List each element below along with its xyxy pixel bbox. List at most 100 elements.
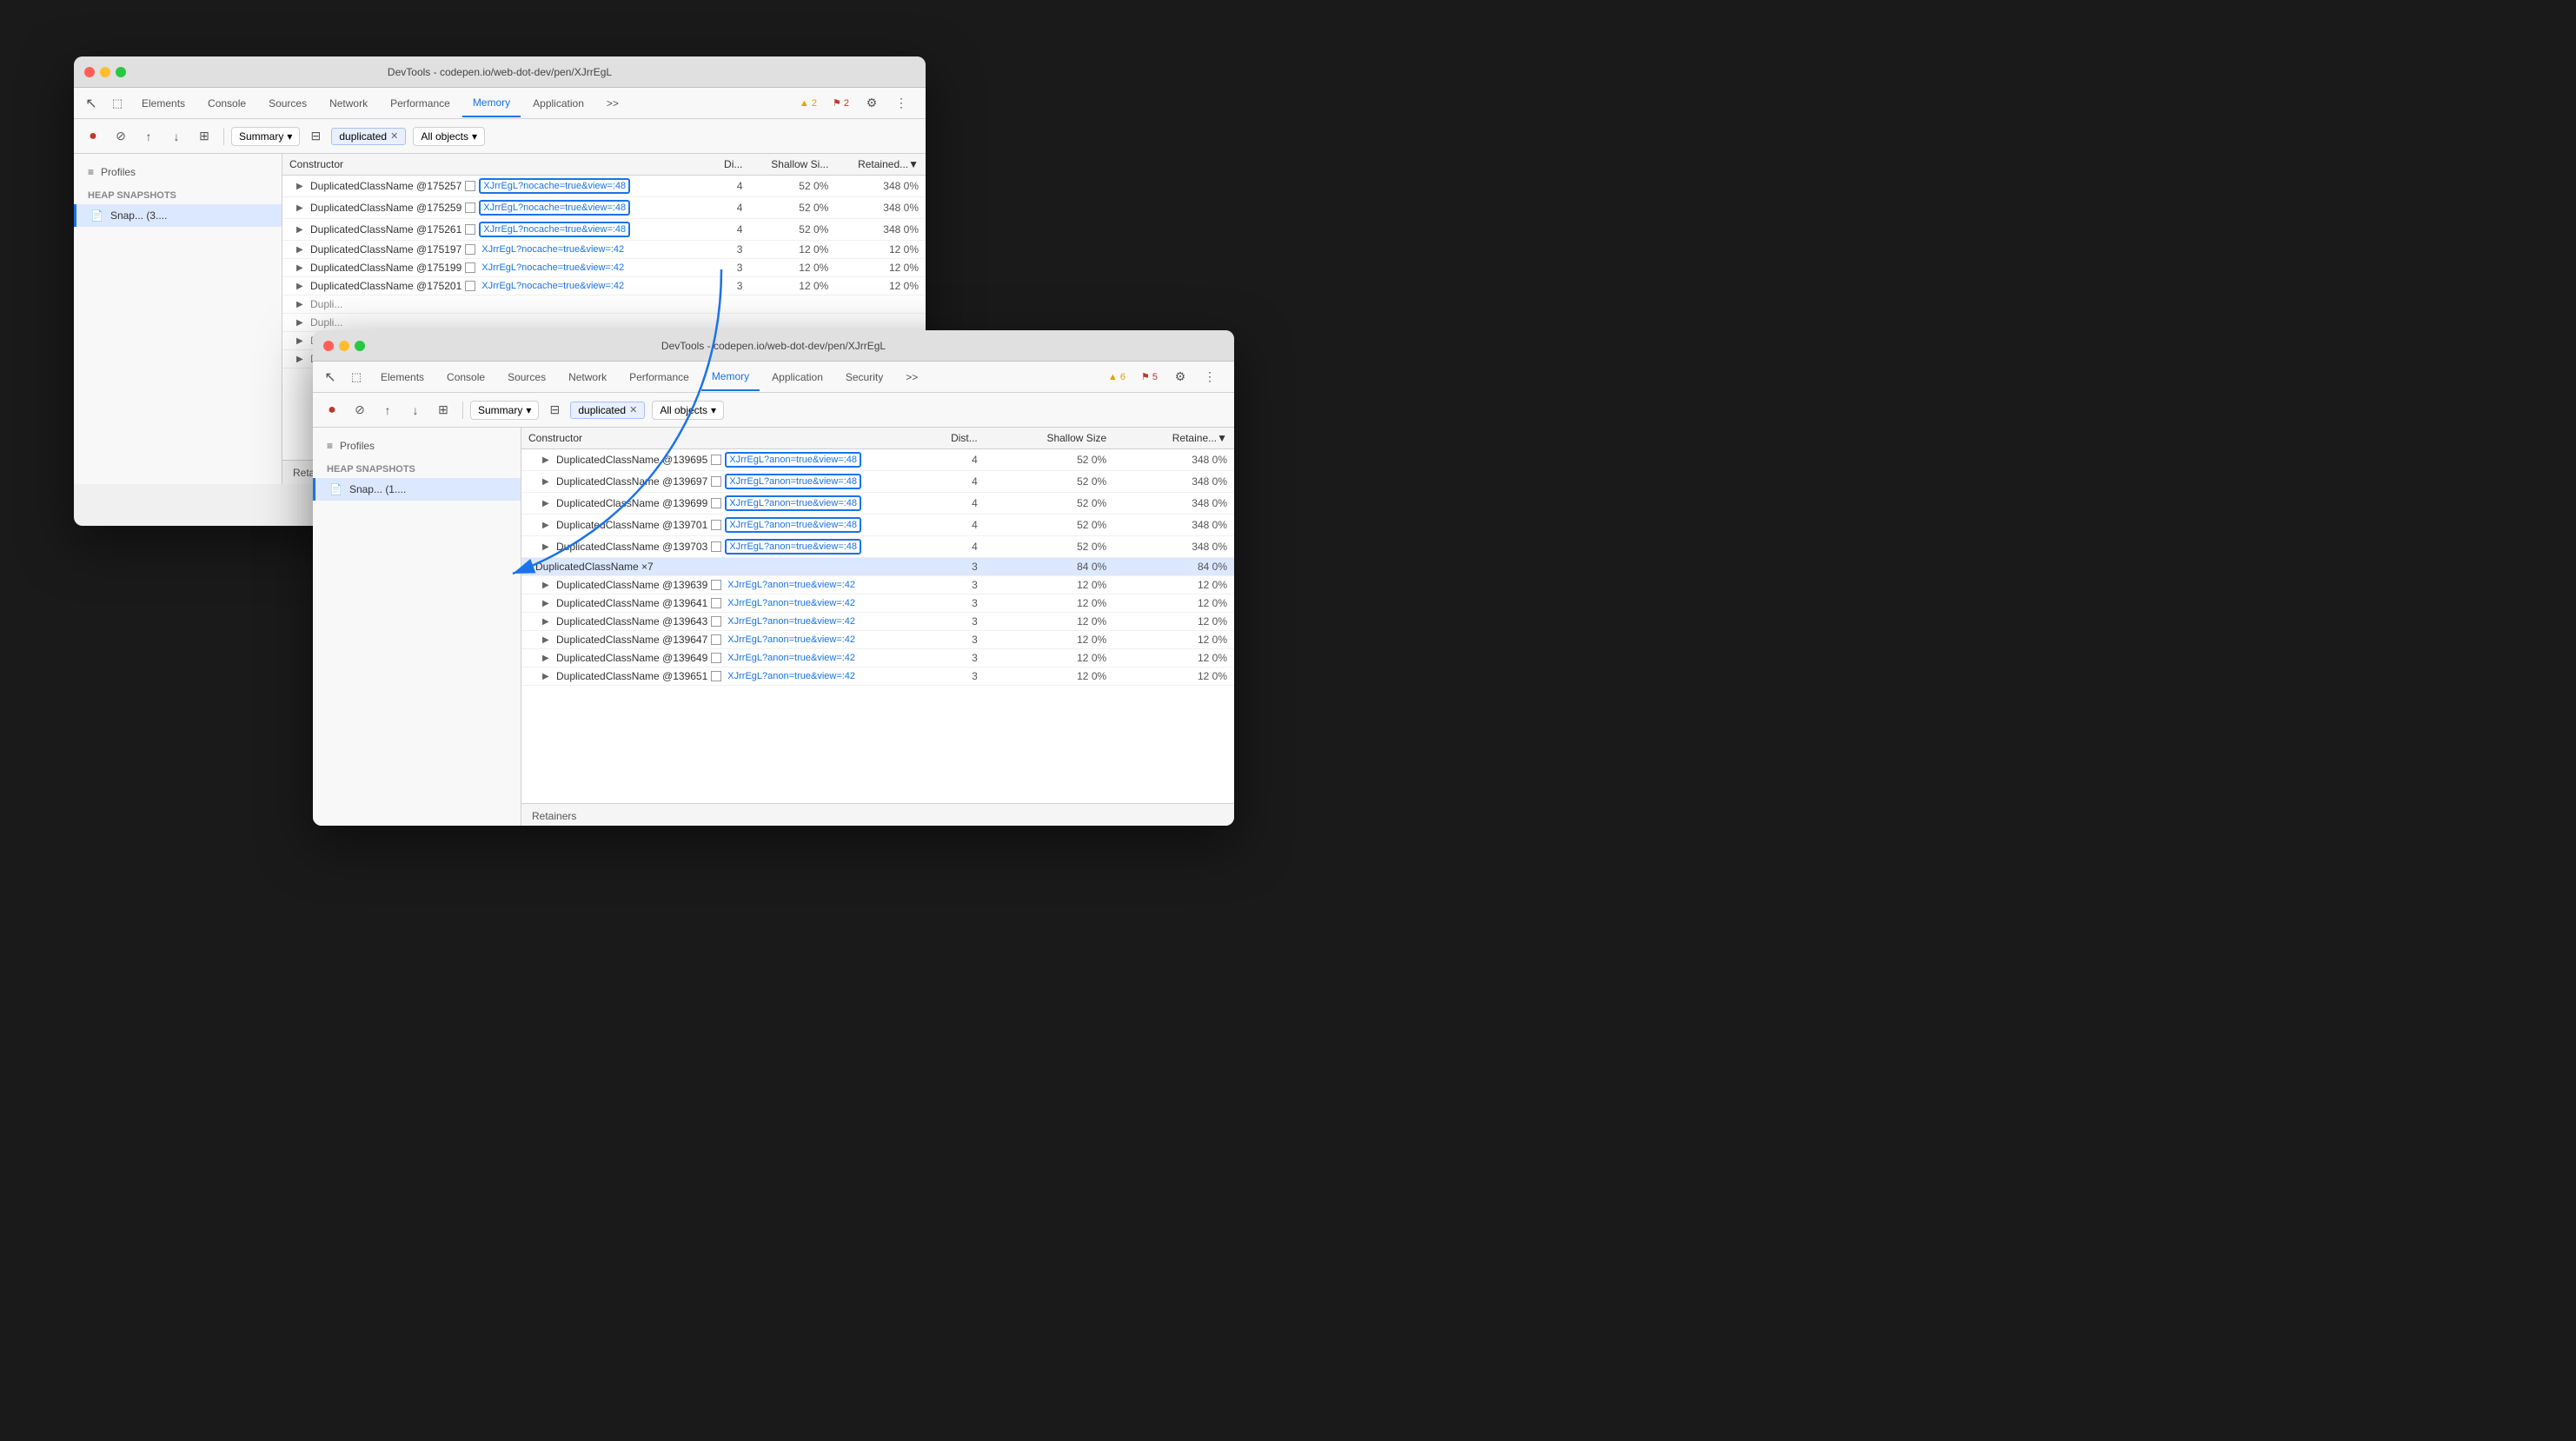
expand-arrow[interactable]: ▶ bbox=[296, 318, 307, 328]
sidebar-profiles-1[interactable]: ≡ Profiles bbox=[74, 161, 282, 183]
table-row[interactable]: ▼ DuplicatedClassName ×7 3 84 0% 84 0% bbox=[521, 558, 1234, 576]
expand-arrow[interactable]: ▶ bbox=[542, 581, 553, 590]
table-row[interactable]: ▶ DuplicatedClassName @175199 XJrrEgL?no… bbox=[282, 259, 926, 277]
expand-arrow[interactable]: ▶ bbox=[296, 336, 307, 346]
settings-icon-2[interactable]: ⚙ bbox=[1168, 365, 1192, 389]
source-link[interactable]: XJrrEgL?nocache=true&view=:42 bbox=[479, 262, 627, 274]
upload-icon-2[interactable]: ↑ bbox=[375, 398, 400, 422]
table-container-2[interactable]: Constructor Dist... Shallow Size Retaine… bbox=[521, 428, 1234, 803]
tab-more-1[interactable]: >> bbox=[596, 90, 629, 117]
all-objects-dropdown-1[interactable]: All objects ▾ bbox=[413, 127, 485, 146]
summary-dropdown-1[interactable]: Summary ▾ bbox=[231, 127, 300, 146]
table-row[interactable]: ▶ DuplicatedClassName @175261 XJrrEgL?no… bbox=[282, 219, 926, 241]
download-icon-1[interactable]: ↓ bbox=[164, 124, 189, 149]
source-link[interactable]: XJrrEgL?anon=true&view=:48 bbox=[725, 539, 861, 554]
expand-arrow[interactable]: ▶ bbox=[296, 263, 307, 273]
table-row[interactable]: ▶ DuplicatedClassName @139697 XJrrEgL?an… bbox=[521, 471, 1234, 493]
tab-elements-1[interactable]: Elements bbox=[131, 90, 196, 117]
filter-icon-1[interactable]: ⊟ bbox=[303, 124, 328, 149]
source-link[interactable]: XJrrEgL?nocache=true&view=:42 bbox=[479, 280, 627, 292]
expand-arrow[interactable]: ▶ bbox=[542, 599, 553, 608]
record-icon-1[interactable]: ● bbox=[81, 124, 105, 149]
col-dist-2[interactable]: Dist... bbox=[913, 428, 985, 449]
tab-network-1[interactable]: Network bbox=[319, 90, 378, 117]
source-link[interactable]: XJrrEgL?anon=true&view=:48 bbox=[725, 452, 861, 468]
source-link[interactable]: XJrrEgL?anon=true&view=:42 bbox=[725, 579, 858, 591]
close-button-1[interactable] bbox=[84, 67, 95, 77]
snapshot-item-2[interactable]: 📄 Snap... (1.... bbox=[313, 478, 521, 501]
table-row[interactable]: ▶ DuplicatedClassName @175201 XJrrEgL?no… bbox=[282, 277, 926, 296]
cursor-icon-2[interactable]: ↖ bbox=[318, 365, 342, 389]
filter-tag-remove-1[interactable]: ✕ bbox=[390, 130, 398, 142]
inspector-icon-1[interactable]: ⬚ bbox=[105, 91, 129, 116]
expand-arrow[interactable]: ▶ bbox=[542, 521, 553, 530]
source-link[interactable]: XJrrEgL?anon=true&view=:42 bbox=[725, 670, 858, 682]
record-icon-2[interactable]: ● bbox=[320, 398, 344, 422]
tab-security-2[interactable]: Security bbox=[835, 363, 893, 391]
table-row[interactable]: ▶ DuplicatedClassName @139643 XJrrEgL?an… bbox=[521, 613, 1234, 631]
stop-icon-1[interactable]: ⊘ bbox=[109, 124, 133, 149]
expand-arrow[interactable]: ▶ bbox=[296, 300, 307, 309]
tab-sources-1[interactable]: Sources bbox=[258, 90, 317, 117]
tab-sources-2[interactable]: Sources bbox=[497, 363, 556, 391]
source-link[interactable]: XJrrEgL?nocache=true&view=:48 bbox=[479, 200, 630, 216]
source-link[interactable]: XJrrEgL?anon=true&view=:42 bbox=[725, 634, 858, 646]
cursor-icon-1[interactable]: ↖ bbox=[79, 91, 103, 116]
tab-memory-1[interactable]: Memory bbox=[462, 90, 521, 117]
expand-arrow[interactable]: ▶ bbox=[542, 499, 553, 508]
filter-icon-2[interactable]: ⊟ bbox=[542, 398, 567, 422]
expand-arrow[interactable]: ▶ bbox=[296, 355, 307, 364]
summary-dropdown-2[interactable]: Summary ▾ bbox=[470, 401, 539, 420]
source-link[interactable]: XJrrEgL?anon=true&view=:48 bbox=[725, 495, 861, 511]
source-link[interactable]: XJrrEgL?anon=true&view=:48 bbox=[725, 474, 861, 489]
source-link[interactable]: XJrrEgL?anon=true&view=:42 bbox=[725, 615, 858, 628]
inspector-icon-2[interactable]: ⬚ bbox=[344, 365, 368, 389]
settings-icon-1[interactable]: ⚙ bbox=[860, 91, 884, 116]
table-row[interactable]: ▶ DuplicatedClassName @139651 XJrrEgL?an… bbox=[521, 667, 1234, 686]
col-dist-1[interactable]: Di... bbox=[710, 154, 749, 176]
expand-arrow[interactable]: ▶ bbox=[296, 282, 307, 291]
table-row[interactable]: ▶ DuplicatedClassName @139649 XJrrEgL?an… bbox=[521, 649, 1234, 667]
source-link[interactable]: XJrrEgL?nocache=true&view=:48 bbox=[479, 222, 630, 237]
col-constructor-1[interactable]: Constructor bbox=[282, 154, 710, 176]
tab-application-1[interactable]: Application bbox=[522, 90, 594, 117]
upload-icon-1[interactable]: ↑ bbox=[136, 124, 161, 149]
tab-performance-1[interactable]: Performance bbox=[380, 90, 461, 117]
tab-console-2[interactable]: Console bbox=[436, 363, 495, 391]
col-retained-2[interactable]: Retaine...▼ bbox=[1113, 428, 1234, 449]
expand-arrow[interactable]: ▶ bbox=[296, 203, 307, 213]
table-row[interactable]: ▶ DuplicatedClassName @175257 XJrrEgL?no… bbox=[282, 176, 926, 197]
tab-console-1[interactable]: Console bbox=[197, 90, 256, 117]
minimize-button-1[interactable] bbox=[100, 67, 110, 77]
expand-arrow[interactable]: ▶ bbox=[542, 542, 553, 552]
tab-memory-2[interactable]: Memory bbox=[701, 363, 760, 391]
table-row[interactable]: ▶ Dupli... bbox=[282, 296, 926, 314]
sidebar-profiles-2[interactable]: ≡ Profiles bbox=[313, 435, 521, 457]
minimize-button-2[interactable] bbox=[339, 341, 349, 351]
table-row[interactable]: ▶ DuplicatedClassName @175259 XJrrEgL?no… bbox=[282, 197, 926, 219]
tab-application-2[interactable]: Application bbox=[761, 363, 833, 391]
tab-network-2[interactable]: Network bbox=[558, 363, 617, 391]
expand-arrow[interactable]: ▶ bbox=[542, 477, 553, 487]
grid-icon-1[interactable]: ⊞ bbox=[192, 124, 216, 149]
grid-icon-2[interactable]: ⊞ bbox=[431, 398, 455, 422]
source-link[interactable]: XJrrEgL?anon=true&view=:42 bbox=[725, 597, 858, 609]
tab-more-2[interactable]: >> bbox=[895, 363, 928, 391]
table-row[interactable]: ▶ DuplicatedClassName @139701 XJrrEgL?an… bbox=[521, 515, 1234, 536]
table-row[interactable]: ▶ DuplicatedClassName @139703 XJrrEgL?an… bbox=[521, 536, 1234, 558]
all-objects-dropdown-2[interactable]: All objects ▾ bbox=[652, 401, 724, 420]
snapshot-item-1[interactable]: 📄 Snap... (3.... bbox=[74, 204, 282, 227]
expand-arrow[interactable]: ▶ bbox=[542, 617, 553, 627]
maximize-button-1[interactable] bbox=[116, 67, 126, 77]
expand-arrow[interactable]: ▼ bbox=[522, 561, 532, 572]
expand-arrow[interactable]: ▶ bbox=[296, 182, 307, 191]
table-row[interactable]: ▶ DuplicatedClassName @139699 XJrrEgL?an… bbox=[521, 493, 1234, 515]
filter-tag-remove-2[interactable]: ✕ bbox=[629, 404, 637, 415]
maximize-button-2[interactable] bbox=[355, 341, 365, 351]
col-retained-1[interactable]: Retained...▼ bbox=[835, 154, 926, 176]
expand-arrow[interactable]: ▶ bbox=[542, 455, 553, 465]
expand-arrow[interactable]: ▶ bbox=[542, 672, 553, 681]
more-icon-1[interactable]: ⋮ bbox=[889, 91, 913, 116]
table-row[interactable]: ▶ DuplicatedClassName @139695 XJrrEgL?an… bbox=[521, 449, 1234, 471]
source-link[interactable]: XJrrEgL?nocache=true&view=:42 bbox=[479, 243, 627, 256]
